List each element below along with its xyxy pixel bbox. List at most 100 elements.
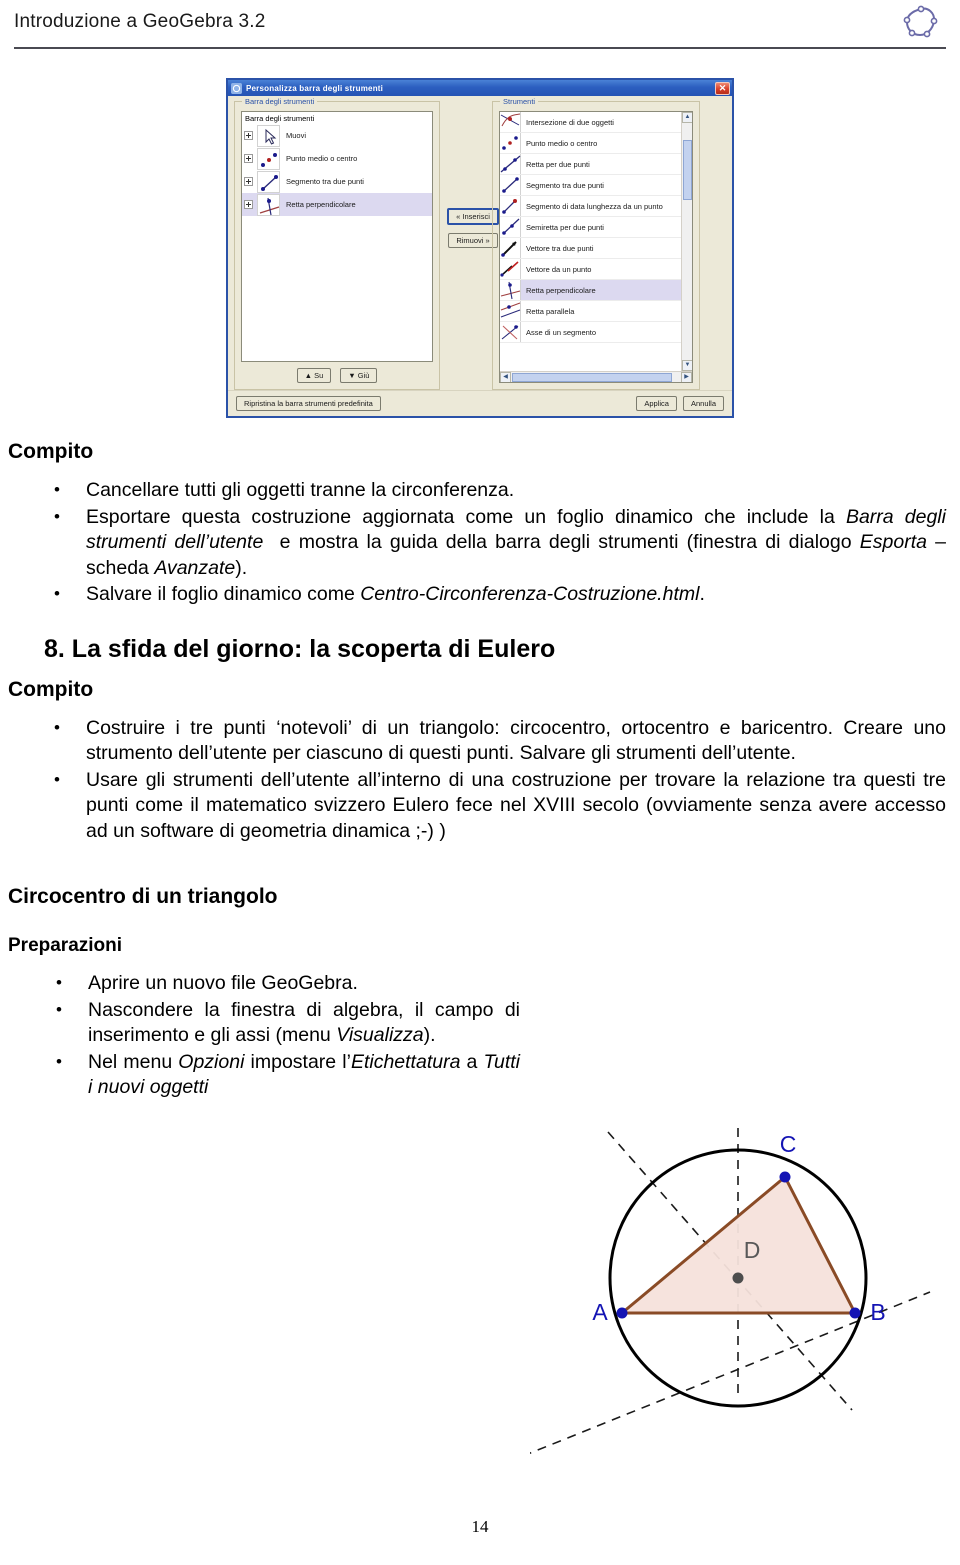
toolbar-tree-item-retta-perpendicolare[interactable]: Retta perpendicolare (242, 193, 432, 216)
move-down-button[interactable]: ▼ Giù (340, 368, 378, 383)
toolbar-tree-caption: Barra degli strumenti (245, 114, 315, 123)
toolbar-tree-item-label: Retta perpendicolare (286, 200, 356, 209)
segment-icon (257, 170, 280, 193)
tools-list-item[interactable]: Punto medio o centro (500, 133, 681, 154)
tools-vertical-scrollbar[interactable]: ▲ ▼ (681, 112, 692, 371)
toolbar-tree-item-label: Muovi (286, 131, 307, 140)
dialog-titlebar: Personalizza barra degli strumenti ✕ (228, 80, 732, 96)
tools-list-item-label: Vettore da un punto (526, 264, 592, 274)
segment-icon (500, 175, 521, 195)
page-number: 14 (471, 1517, 489, 1536)
circumcenter-point (732, 1272, 744, 1284)
tools-list-item[interactable]: Vettore da un punto (500, 259, 681, 280)
vector-from-point-icon (500, 259, 521, 279)
compito-heading-2: Compito (8, 677, 94, 701)
segment-fixed-length-icon (500, 196, 521, 216)
line-two-points-icon (500, 154, 521, 174)
circocentro-heading: Circocentro di un triangolo (8, 885, 278, 908)
expand-icon[interactable] (244, 200, 253, 209)
toolbar-tree-list[interactable]: Barra degli strumenti Muovi Punto medio … (241, 111, 433, 362)
list-item: Esportare questa costruzione aggiornata … (0, 504, 960, 582)
tools-list-item-label: Punto medio o centro (526, 138, 598, 148)
expand-icon[interactable] (244, 131, 253, 140)
tools-list[interactable]: Intersezione di due oggetti Punto medio … (499, 111, 693, 383)
vertex-a-point (616, 1307, 628, 1319)
tools-list-item-label: Retta per due punti (526, 159, 590, 169)
vertex-b-label: B (870, 1299, 885, 1325)
list-item: Salvare il foglio dinamico come Centro-C… (0, 581, 960, 608)
remove-button[interactable]: Rimuovi » (448, 233, 498, 248)
vertex-b-point (849, 1307, 861, 1319)
compito-heading-1: Compito (8, 440, 94, 463)
expand-icon[interactable] (244, 177, 253, 186)
toolbar-panel: Barra degli strumenti Barra degli strume… (234, 97, 440, 390)
vertical-scroll-thumb[interactable] (683, 140, 692, 200)
toolbar-tree-item-segmento[interactable]: Segmento tra due punti (242, 170, 432, 193)
list-item: Aprire un nuovo file GeoGebra. (0, 970, 960, 997)
tools-list-item[interactable]: Semiretta per due punti (500, 217, 681, 238)
list-item: Cancellare tutti gli oggetti tranne la c… (0, 477, 960, 504)
tools-list-item[interactable]: Retta parallela (500, 301, 681, 322)
expand-icon[interactable] (244, 154, 253, 163)
tools-list-item[interactable]: Intersezione di due oggetti (500, 112, 681, 133)
horizontal-scroll-thumb[interactable] (512, 373, 672, 382)
midpoint-icon (257, 147, 280, 170)
tools-list-item-selected[interactable]: Retta perpendicolare (500, 280, 681, 301)
perpendicular-line-icon (257, 193, 280, 216)
restore-default-toolbar-button[interactable]: Ripristina la barra strumenti predefinit… (236, 396, 381, 411)
toolbar-tree-item-label: Punto medio o centro (286, 154, 358, 163)
tools-panel-legend: Strumenti (500, 97, 539, 106)
tools-list-item[interactable]: Segmento tra due punti (500, 175, 681, 196)
vertex-c-label: C (780, 1131, 797, 1157)
tools-list-item-label: Asse di un segmento (526, 327, 597, 337)
tools-list-item-label: Retta perpendicolare (526, 285, 596, 295)
toolbar-tree-item-label: Segmento tra due punti (286, 177, 364, 186)
vector-icon (500, 238, 521, 258)
toolbar-tree-item-punto-medio[interactable]: Punto medio o centro (242, 147, 432, 170)
preparazioni-heading: Preparazioni (8, 935, 123, 956)
tools-list-item[interactable]: Asse di un segmento (500, 322, 681, 343)
apply-button[interactable]: Applica (636, 396, 677, 411)
tools-list-item-label: Segmento tra due punti (526, 180, 604, 190)
tools-horizontal-scrollbar[interactable]: ◀ ▶ (500, 371, 692, 382)
tools-scroll-area: Intersezione di due oggetti Punto medio … (500, 112, 692, 371)
chapter-8-heading: 8. La sfida del giorno: la scoperta di E… (44, 634, 556, 663)
tools-list-item[interactable]: Retta per due punti (500, 154, 681, 175)
perpendicular-bisector-icon (500, 322, 521, 342)
tools-list-item[interactable]: Vettore tra due punti (500, 238, 681, 259)
tools-list-item-label: Semiretta per due punti (526, 222, 604, 232)
perpendicular-line-icon (500, 280, 521, 300)
list-item: Nascondere la finestra di algebra, il ca… (0, 997, 960, 1049)
move-up-button[interactable]: ▲ Su (296, 368, 332, 383)
scroll-left-icon[interactable]: ◀ (500, 372, 511, 382)
list-item: Usare gli strumenti dell’utente all’inte… (0, 767, 960, 845)
toolbar-order-buttons: ▲ Su ▼ Giù (241, 362, 433, 383)
ray-icon (500, 217, 521, 237)
tools-list-item-label: Vettore tra due punti (526, 243, 594, 253)
vertex-c-point (779, 1171, 791, 1183)
tools-list-item-label: Segmento di data lunghezza da un punto (526, 201, 663, 211)
window-icon (231, 82, 242, 94)
customize-toolbar-dialog: Personalizza barra degli strumenti ✕ Bar… (226, 78, 734, 418)
document-content: Compito Cancellare tutti gli oggetti tra… (0, 440, 960, 1102)
page-title: Introduzione a GeoGebra 3.2 (14, 11, 266, 32)
circumcenter-label: D (744, 1237, 761, 1263)
vertex-a-label: A (592, 1299, 608, 1325)
midpoint-icon (500, 133, 521, 153)
tools-list-item[interactable]: Segmento di data lunghezza da un punto (500, 196, 681, 217)
intersect-icon (500, 112, 521, 132)
scroll-up-icon[interactable]: ▲ (682, 112, 692, 123)
geogebra-logo-icon (900, 4, 942, 42)
list-item: Nel menu Opzioni impostare l’Etichettatu… (0, 1049, 960, 1101)
preparazioni-list: Aprire un nuovo file GeoGebra. Nasconder… (0, 970, 960, 1101)
customize-toolbar-dialog-screenshot: Personalizza barra degli strumenti ✕ Bar… (226, 78, 734, 418)
scroll-down-icon[interactable]: ▼ (682, 360, 692, 371)
toolbar-tree-item-muovi[interactable]: Muovi (242, 124, 432, 147)
scroll-right-icon[interactable]: ▶ (681, 372, 692, 382)
header-divider (14, 47, 946, 49)
dialog-body: Barra degli strumenti Barra degli strume… (228, 96, 732, 390)
page-header: Introduzione a GeoGebra 3.2 (0, 0, 960, 62)
parallel-line-icon (500, 301, 521, 321)
close-icon[interactable]: ✕ (715, 81, 730, 95)
cancel-button[interactable]: Annulla (682, 396, 724, 411)
